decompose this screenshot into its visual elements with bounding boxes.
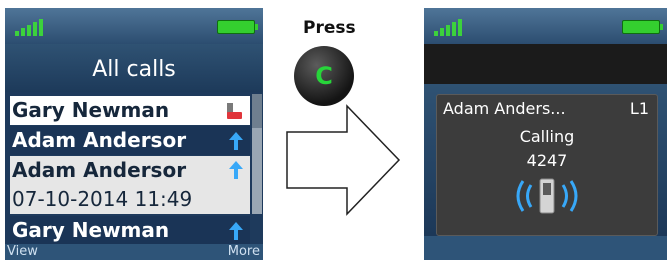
- call-list-item[interactable]: Adam Andersor: [10, 126, 250, 155]
- press-instruction: Press: [303, 18, 356, 38]
- signal-strength-icon: [434, 18, 464, 36]
- softkey-bar: View More: [5, 244, 263, 260]
- signal-strength-icon: [15, 18, 45, 36]
- contact-name: Adam Anders...: [443, 99, 566, 118]
- battery-icon: [622, 20, 663, 34]
- header-area: [424, 44, 667, 84]
- call-datetime: 07-10-2014 11:49: [12, 187, 193, 211]
- outgoing-arrow-icon: [228, 220, 244, 244]
- softkey-bar: [424, 236, 667, 260]
- scrollbar[interactable]: [252, 94, 262, 214]
- phone-number: 4247: [526, 151, 568, 170]
- call-key-symbol: C: [315, 62, 333, 90]
- softkey-more[interactable]: More: [228, 244, 260, 260]
- caller-name: Adam Andersor: [12, 158, 187, 182]
- ringing-phone-icon: [516, 178, 578, 214]
- call-list-screen: All calls Gary Newman Adam Andersor Adam…: [5, 8, 263, 260]
- caller-name: Adam Andersor: [12, 128, 187, 152]
- call-status: Calling: [519, 127, 575, 146]
- selected-call-item[interactable]: Adam Andersor 07-10-2014 11:49: [10, 156, 250, 214]
- scrollbar-thumb[interactable]: [252, 94, 262, 128]
- status-bar: [424, 8, 667, 44]
- line-indicator: L1: [629, 99, 649, 118]
- call-key-button[interactable]: C: [294, 46, 354, 106]
- call-status-popup: Adam Anders... L1 Calling 4247: [436, 94, 658, 236]
- call-list-item[interactable]: Gary Newman: [10, 96, 250, 125]
- caller-name: Gary Newman: [12, 218, 170, 242]
- missed-call-handset-icon: [224, 100, 244, 125]
- right-arrow-icon: [286, 104, 401, 216]
- caller-name: Gary Newman: [12, 98, 170, 122]
- outgoing-arrow-icon: [228, 160, 244, 184]
- outgoing-arrow-icon: [228, 130, 244, 155]
- status-bar: [5, 8, 263, 44]
- call-list-item[interactable]: Gary Newman: [10, 216, 250, 244]
- screen-title: All calls: [5, 44, 263, 92]
- battery-icon: [217, 20, 258, 34]
- calling-screen: Adam Anders... L1 Calling 4247: [424, 8, 667, 260]
- softkey-view[interactable]: View: [7, 244, 38, 260]
